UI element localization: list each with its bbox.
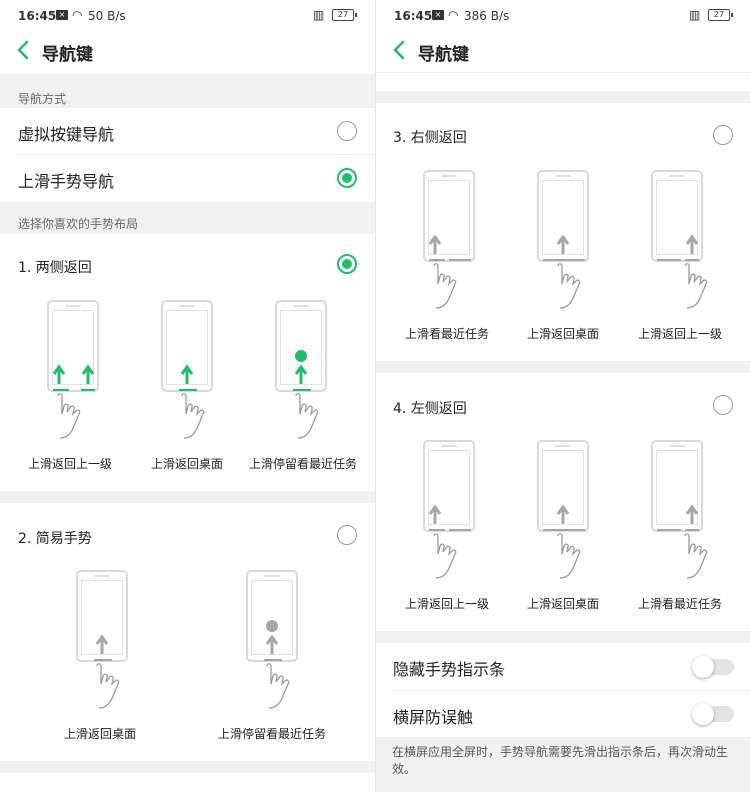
divider bbox=[16, 154, 375, 155]
divider bbox=[376, 72, 750, 73]
hand-icon bbox=[557, 533, 581, 579]
left-screen: 16:45 × ◠ 50 B/s ▥ 27 导航键 导航方式 虚拟按键导航 上滑… bbox=[0, 0, 375, 792]
status-bar: 16:45 × ◠ 50 B/s ▥ 27 bbox=[0, 0, 375, 32]
arrow-up-icon bbox=[180, 364, 194, 384]
arrow-up-icon bbox=[556, 504, 570, 524]
gesture-caption: 上滑返回上一级 bbox=[28, 457, 113, 471]
app-bar: 导航键 bbox=[0, 32, 375, 72]
section-gap bbox=[376, 631, 750, 643]
arrow-up-icon bbox=[428, 504, 442, 524]
radio-gesture-3[interactable] bbox=[713, 125, 733, 145]
arrow-up-icon bbox=[556, 234, 570, 254]
hand-icon bbox=[684, 533, 708, 579]
page-title: 导航键 bbox=[42, 45, 93, 65]
toggle-label: 隐藏手势指示条 bbox=[393, 660, 506, 679]
vibrate-icon: ▥ bbox=[313, 8, 325, 22]
gesture-caption: 上滑返回桌面 bbox=[527, 597, 600, 611]
hand-icon bbox=[557, 263, 581, 309]
wifi-icon: ◠ bbox=[448, 8, 459, 22]
battery-icon: 27 bbox=[708, 9, 733, 21]
divider bbox=[392, 690, 750, 691]
gesture-option-label: 4. 左侧返回 bbox=[393, 401, 467, 417]
arrow-up-icon bbox=[685, 504, 699, 524]
gesture-option-label: 2. 简易手势 bbox=[18, 531, 92, 547]
hand-icon bbox=[433, 533, 457, 579]
sim-icon: × bbox=[432, 10, 444, 20]
arrow-up-icon bbox=[52, 364, 66, 384]
section-gap bbox=[376, 91, 750, 103]
gesture-caption: 上滑看最近任务 bbox=[638, 597, 723, 611]
radio-virtual-keys[interactable] bbox=[337, 121, 357, 141]
page-title: 导航键 bbox=[418, 45, 469, 65]
radio-swipe-gesture[interactable] bbox=[337, 168, 357, 188]
hide-indicator-toggle[interactable] bbox=[692, 656, 734, 678]
hand-icon bbox=[57, 393, 81, 439]
arrow-up-icon bbox=[81, 364, 95, 384]
option-label: 上滑手势导航 bbox=[18, 172, 115, 191]
gesture-caption: 上滑停留看最近任务 bbox=[218, 727, 327, 741]
gesture-caption: 上滑停留看最近任务 bbox=[249, 457, 358, 471]
vibrate-icon: ▥ bbox=[689, 8, 701, 22]
landscape-protection-toggle[interactable] bbox=[692, 703, 734, 725]
arrow-up-icon bbox=[294, 364, 308, 384]
radio-gesture-2[interactable] bbox=[337, 525, 357, 545]
status-bar: 16:45 × ◠ 386 B/s ▥ 27 bbox=[376, 0, 750, 32]
arrow-up-icon bbox=[685, 234, 699, 254]
arrow-up-icon bbox=[428, 234, 442, 254]
section-gap bbox=[0, 761, 375, 773]
gesture-caption: 上滑返回上一级 bbox=[405, 597, 490, 611]
network-speed: 386 B/s bbox=[464, 9, 510, 23]
sim-icon: × bbox=[56, 10, 68, 20]
pause-indicator-icon bbox=[266, 620, 278, 632]
gesture-caption: 上滑返回上一级 bbox=[638, 327, 723, 341]
hand-icon bbox=[684, 263, 708, 309]
gesture-option-label: 3. 右侧返回 bbox=[393, 130, 467, 146]
network-speed: 50 B/s bbox=[88, 9, 126, 23]
section-gap bbox=[0, 491, 375, 503]
gesture-caption: 上滑看最近任务 bbox=[405, 327, 490, 341]
gesture-caption: 上滑返回桌面 bbox=[527, 327, 600, 341]
gesture-option-label: 1. 两侧返回 bbox=[18, 260, 92, 276]
gesture-caption: 上滑返回桌面 bbox=[151, 457, 224, 471]
battery-icon: 27 bbox=[332, 9, 357, 21]
right-screen: 16:45 × ◠ 386 B/s ▥ 27 导航键 3. 右侧返回 上滑看最近… bbox=[376, 0, 750, 792]
hand-icon bbox=[433, 263, 457, 309]
wifi-icon: ◠ bbox=[72, 8, 83, 22]
toggle-knob bbox=[692, 703, 714, 725]
hand-icon bbox=[181, 393, 205, 439]
section-gap bbox=[376, 361, 750, 373]
section-label-method: 导航方式 bbox=[18, 92, 67, 106]
toggle-label: 横屏防误触 bbox=[393, 708, 474, 727]
section-label-layout: 选择你喜欢的手势布局 bbox=[18, 217, 139, 231]
arrow-up-icon bbox=[265, 634, 279, 654]
hand-icon bbox=[266, 663, 290, 709]
status-time: 16:45 bbox=[394, 9, 433, 23]
back-chevron-icon[interactable] bbox=[14, 38, 34, 62]
radio-gesture-1[interactable] bbox=[337, 254, 357, 274]
hand-icon bbox=[295, 393, 319, 439]
arrow-up-icon bbox=[95, 634, 109, 654]
status-time: 16:45 bbox=[18, 9, 57, 23]
hand-icon bbox=[96, 663, 120, 709]
option-label: 虚拟按键导航 bbox=[18, 125, 115, 144]
radio-gesture-4[interactable] bbox=[713, 395, 733, 415]
app-bar: 导航键 bbox=[376, 32, 750, 72]
footnote-text: 在横屏应用全屏时，手势导航需要先滑出指示条后，再次滑动生效。 bbox=[392, 745, 729, 776]
pause-indicator-icon bbox=[295, 350, 307, 362]
back-chevron-icon[interactable] bbox=[390, 38, 410, 62]
toggle-knob bbox=[692, 656, 714, 678]
gesture-caption: 上滑返回桌面 bbox=[64, 727, 137, 741]
